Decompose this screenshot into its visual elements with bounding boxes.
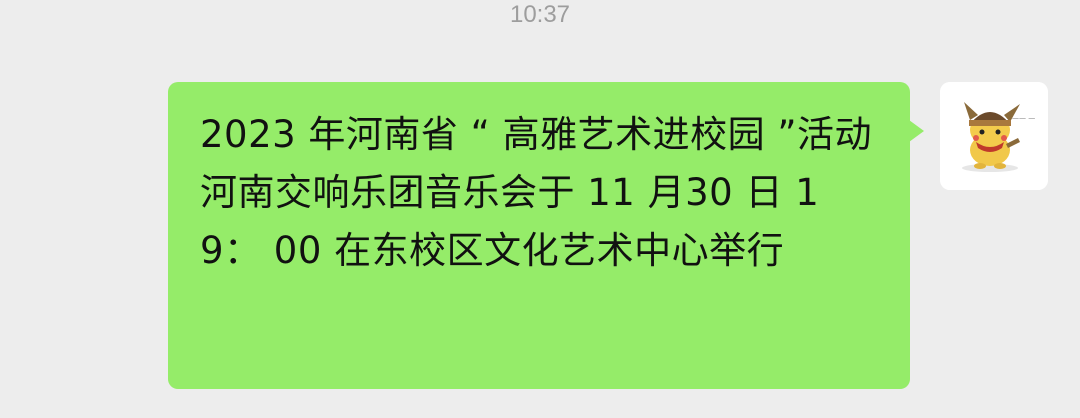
outgoing-message-bubble[interactable]: 2023 年河南省 “ 高雅艺术进校园 ”活动河南交响乐团音乐会于 11 月30… <box>168 82 924 389</box>
pikachu-avatar-icon: —— — <box>940 82 1048 190</box>
message-text: 2023 年河南省 “ 高雅艺术进校园 ”活动河南交响乐团音乐会于 11 月30… <box>200 113 873 272</box>
svg-text:—— —: —— — <box>1012 114 1035 122</box>
message-timestamp: 10:37 <box>509 1 571 28</box>
sender-avatar[interactable]: —— — <box>940 82 1048 190</box>
bubble-tail <box>909 120 924 142</box>
